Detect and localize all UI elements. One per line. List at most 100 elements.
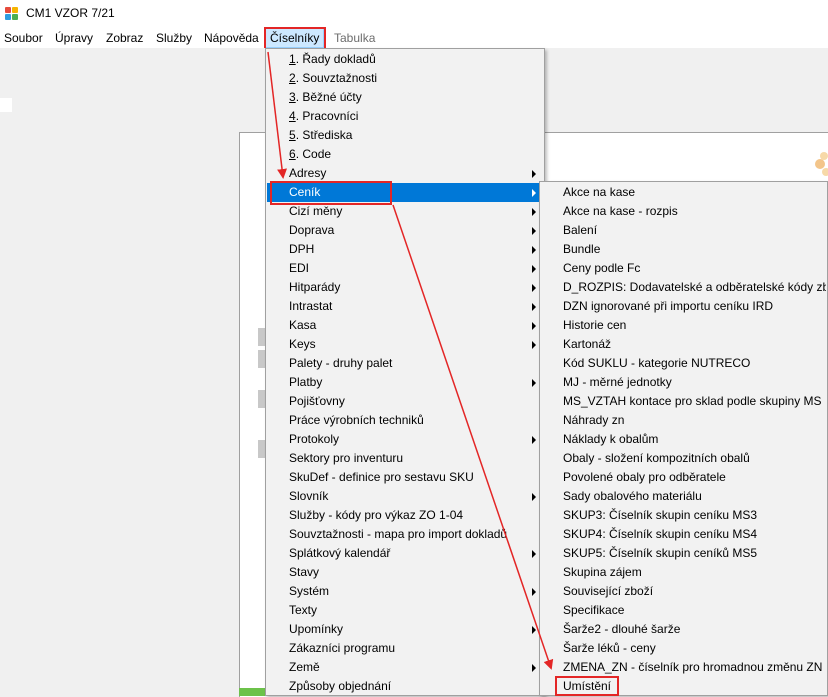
menu-item-stavy[interactable]: Stavy [267,563,543,582]
menu-item-label: MJ - měrné jednotky [563,375,672,389]
menu-item-label: Sady obalového materiálu [563,489,702,503]
submenu-item-skup5-ciselnik-skupin-ceniku-ms5[interactable]: SKUP5: Číselník skupin ceníků MS5 [541,544,826,563]
menu-item-accelerator: 6 [289,147,296,161]
menu-item-cenik[interactable]: Ceník [267,183,543,202]
menu-item-system[interactable]: Systém [267,582,543,601]
menu-item-zpusoby-objednani[interactable]: Způsoby objednání [267,677,543,696]
menu-item-label: Způsoby objednání [289,679,392,693]
submenu-arrow-icon [532,303,536,311]
menu-item-label: Práce výrobních techniků [289,413,424,427]
menu-item-label: SKUP4: Číselník skupin ceníku MS4 [563,527,758,541]
menu-item-label: Náklady k obalům [563,432,659,446]
submenu-arrow-icon [532,208,536,216]
menu-item-label: SkuDef - definice pro sestavu SKU [289,470,474,484]
submenu-item-skup3-ciselnik-skupin-ceniku-ms3[interactable]: SKUP3: Číselník skupin ceníku MS3 [541,506,826,525]
submenu-item-dzn-ignorovane-pri-importu-ceniku-ird[interactable]: DZN ignorované při importu ceníku IRD [541,297,826,316]
submenu-arrow-icon [532,246,536,254]
menu-item-label: Texty [289,603,318,617]
menu-item-slovnik[interactable]: Slovník [267,487,543,506]
menu-item-kasa[interactable]: Kasa [267,316,543,335]
menu-ciselniky[interactable]: Číselníky [265,28,325,48]
menu-zobraz[interactable]: Zobraz [102,28,147,48]
submenu-item-sady-obaloveho-materialu[interactable]: Sady obalového materiálu [541,487,826,506]
menu-item-prace-vyrobnich-techniku[interactable]: Práce výrobních techniků [267,411,543,430]
submenu-item-kod-suklu-kategorie-nutreco[interactable]: Kód SUKLU - kategorie NUTRECO [541,354,826,373]
menu-item-label: Intrastat [289,299,333,313]
submenu-item-sarze-leku-ceny[interactable]: Šarže léků - ceny [541,639,826,658]
menu-item-intrastat[interactable]: Intrastat [267,297,543,316]
submenu-item-souvisejici-zbozi[interactable]: Související zboží [541,582,826,601]
menu-item-4-pracovnici[interactable]: 4. Pracovníci [267,107,543,126]
menu-item-platby[interactable]: Platby [267,373,543,392]
menu-sluzby[interactable]: Služby [152,28,196,48]
submenu-item-akce-na-kase-rozpis[interactable]: Akce na kase - rozpis [541,202,826,221]
menu-item-1-rady-dokladu[interactable]: 1. Řady dokladů [267,50,543,69]
menu-tabulka[interactable]: Tabulka [330,28,379,48]
menu-item-label: SKUP3: Číselník skupin ceníku MS3 [563,508,758,522]
menu-item-label: SKUP5: Číselník skupin ceníků MS5 [563,546,758,560]
menu-item-palety-druhy-palet[interactable]: Palety - druhy palet [267,354,543,373]
menu-item-splatkovy-kalendar[interactable]: Splátkový kalendář [267,544,543,563]
menu-upravy[interactable]: Úpravy [51,28,97,48]
submenu-item-mj-merne-jednotky[interactable]: MJ - měrné jednotky [541,373,826,392]
submenu-arrow-icon [532,436,536,444]
menu-item-6-code[interactable]: 6. Code [267,145,543,164]
menu-item-cizi-meny[interactable]: Cizí měny [267,202,543,221]
submenu-arrow-icon [532,265,536,273]
menu-item-protokoly[interactable]: Protokoly [267,430,543,449]
menu-item-upominky[interactable]: Upomínky [267,620,543,639]
menu-item-hitparady[interactable]: Hitparády [267,278,543,297]
menu-item-5-strediska[interactable]: 5. Střediska [267,126,543,145]
submenu-item-sarze2-dlouhe-sarze[interactable]: Šarže2 - dlouhé šarže [541,620,826,639]
submenu-item-zmena-zn-ciselnik-pro-hromadnou-zmenu-zn[interactable]: ZMENA_ZN - číselník pro hromadnou změnu … [541,658,826,677]
menu-item-label: . Řady dokladů [295,52,376,66]
menu-item-edi[interactable]: EDI [267,259,543,278]
menu-item-sluzby-kody-pro-vykaz-zo-1-04[interactable]: Služby - kódy pro výkaz ZO 1-04 [267,506,543,525]
submenu-arrow-icon [532,341,536,349]
submenu-item-umisteni[interactable]: Umístění [541,677,826,696]
menu-item-label: . Code [295,147,332,161]
menu-item-pojistovny[interactable]: Pojišťovny [267,392,543,411]
menu-item-dph[interactable]: DPH [267,240,543,259]
menu-item-accelerator: 1 [289,52,296,66]
submenu-item-obaly-slozeni-kompozitnich-obalu[interactable]: Obaly - složení kompozitních obalů [541,449,826,468]
menu-item-souvztaznosti-mapa-pro-import-dokladu[interactable]: Souvztažnosti - mapa pro import dokladů [267,525,543,544]
submenu-item-akce-na-kase[interactable]: Akce na kase [541,183,826,202]
menu-item-skudef-definice-pro-sestavu-sku[interactable]: SkuDef - definice pro sestavu SKU [267,468,543,487]
submenu-item-bundle[interactable]: Bundle [541,240,826,259]
menu-item-label: Palety - druhy palet [289,356,393,370]
submenu-item-kartonaz[interactable]: Kartonáž [541,335,826,354]
ciselniky-dropdown: 1. Řady dokladů 2. Souvztažnosti 3. Běžné … [265,48,545,696]
menu-item-label: Akce na kase [563,185,636,199]
submenu-item-nahrady-zn[interactable]: Náhrady zn [541,411,826,430]
submenu-item-historie-cen[interactable]: Historie cen [541,316,826,335]
menu-item-zeme[interactable]: Země [267,658,543,677]
menu-item-keys[interactable]: Keys [267,335,543,354]
submenu-item-povolene-obaly-pro-odberatele[interactable]: Povolené obaly pro odběratele [541,468,826,487]
menu-item-sektory-pro-inventuru[interactable]: Sektory pro inventuru [267,449,543,468]
menu-napoveda[interactable]: Nápověda [200,28,263,48]
submenu-item-skupina-zajem[interactable]: Skupina zájem [541,563,826,582]
menu-item-adresy[interactable]: Adresy [267,164,543,183]
menu-item-zakaznici-programu[interactable]: Zákazníci programu [267,639,543,658]
menu-item-texty[interactable]: Texty [267,601,543,620]
title-bar: CM1 VZOR 7/21 [0,0,828,28]
menu-item-3-bezne-ucty[interactable]: 3. Běžné účty [267,88,543,107]
menu-item-label: Sektory pro inventuru [289,451,404,465]
menu-bar: Soubor Úpravy Zobraz Služby Nápověda Čís… [0,28,828,48]
submenu-item-naklady-k-obalum[interactable]: Náklady k obalům [541,430,826,449]
menu-item-label: Hitparády [289,280,341,294]
submenu-item-ceny-podle-fc[interactable]: Ceny podle Fc [541,259,826,278]
menu-item-label: Bundle [563,242,601,256]
submenu-item-specifikace[interactable]: Specifikace [541,601,826,620]
submenu-item-ms-vztah-kontace-pro-sklad-podle-skupiny-ms[interactable]: MS_VZTAH kontace pro sklad podle skupiny… [541,392,826,411]
menu-item-label: Služby - kódy pro výkaz ZO 1-04 [289,508,464,522]
submenu-item-d-rozpis-dodavatelske-a-odberatelske-kody-zbozi[interactable]: D_ROZPIS: Dodavatelské a odběratelské kó… [541,278,826,297]
menu-item-2-souvztaznosti[interactable]: 2. Souvztažnosti [267,69,543,88]
submenu-item-baleni[interactable]: Balení [541,221,826,240]
menu-item-label: Kartonáž [563,337,612,351]
submenu-arrow-icon [532,227,536,235]
menu-soubor[interactable]: Soubor [0,28,47,48]
submenu-item-skup4-ciselnik-skupin-ceniku-ms4[interactable]: SKUP4: Číselník skupin ceníku MS4 [541,525,826,544]
menu-item-doprava[interactable]: Doprava [267,221,543,240]
